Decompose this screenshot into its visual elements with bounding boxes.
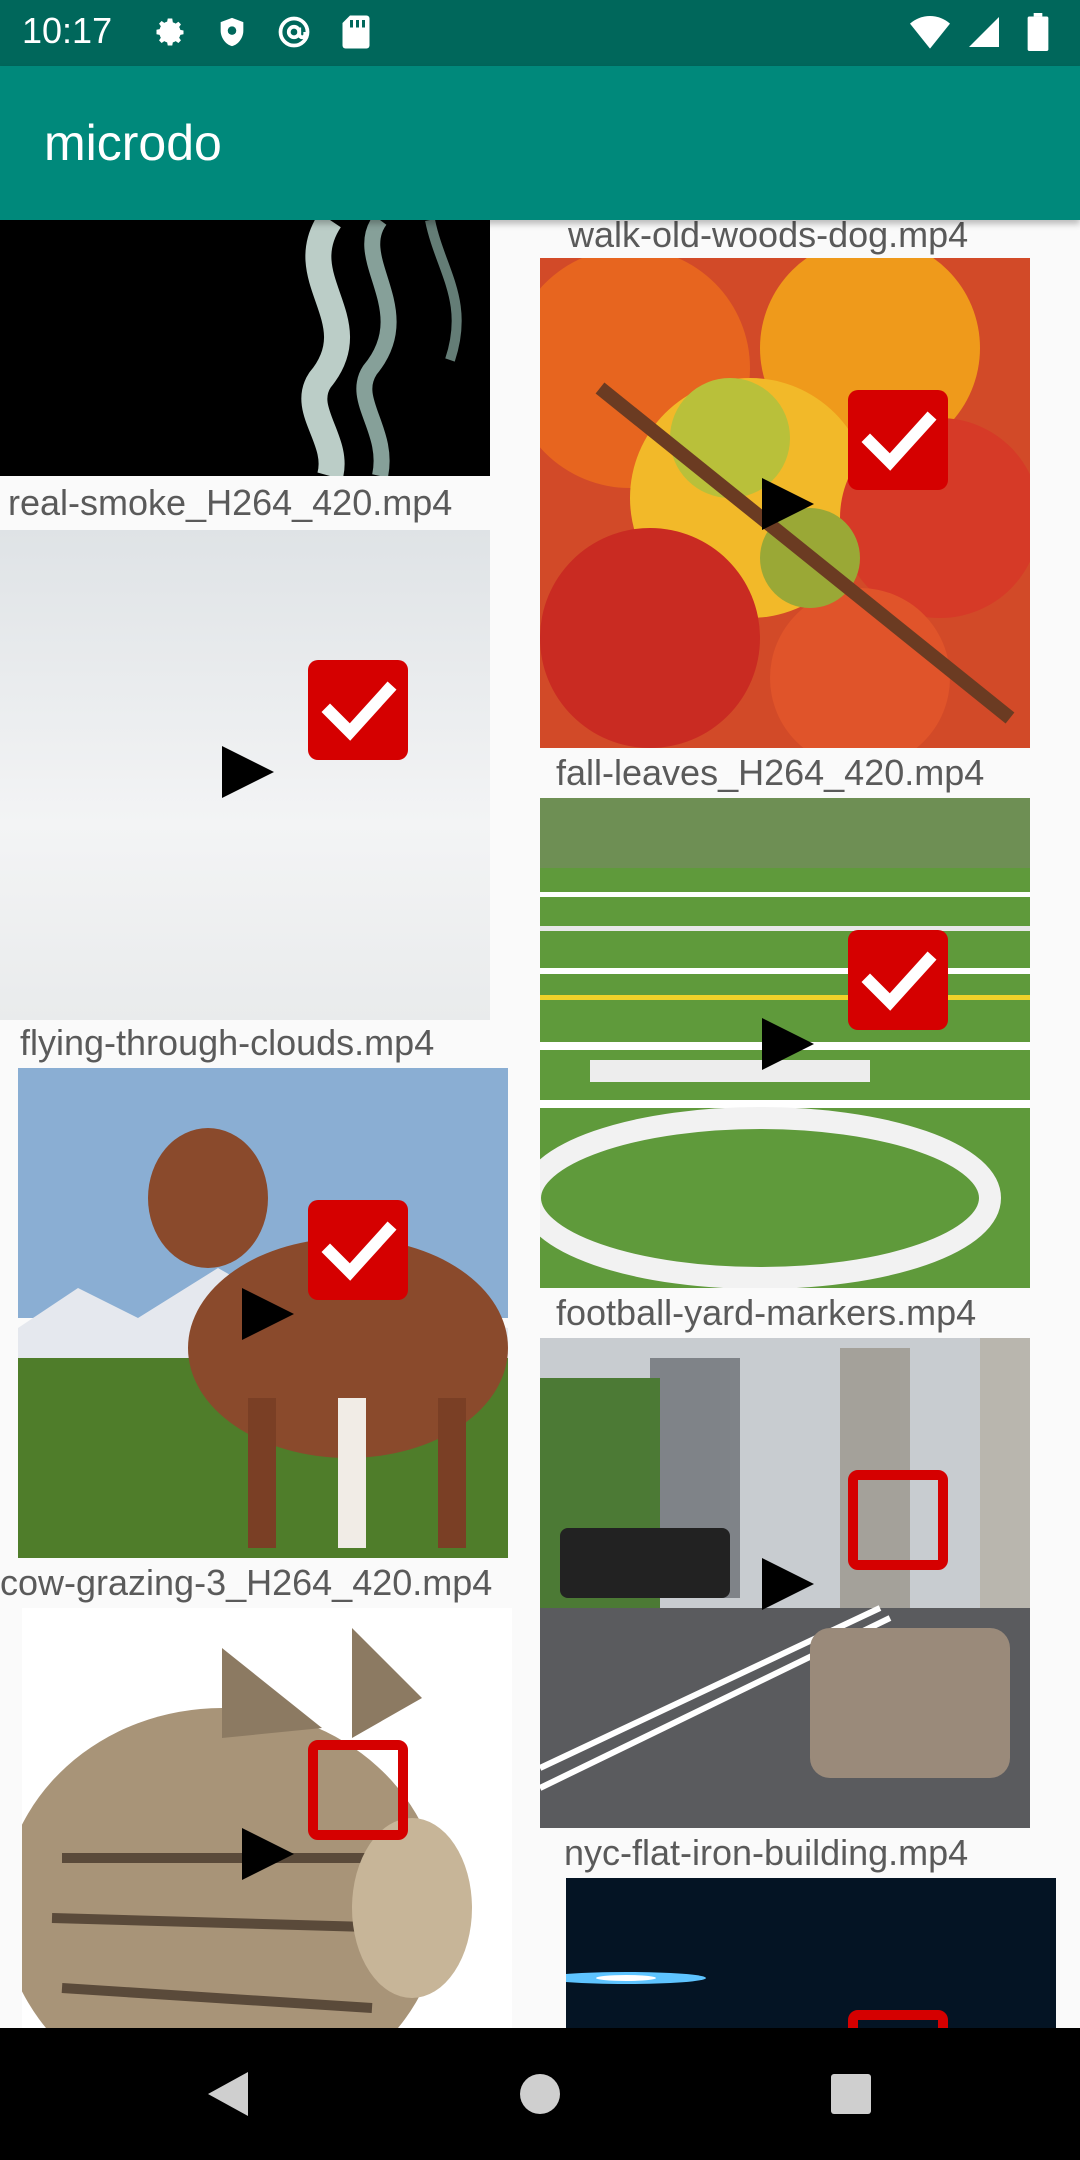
select-checkbox[interactable] [848,390,948,490]
video-label: nyc-flat-iron-building.mp4 [564,1832,969,1873]
video-label: fall-leaves_H264_420.mp4 [556,752,985,793]
play-icon [242,1828,294,1880]
play-icon [762,478,814,530]
play-icon [762,1018,814,1070]
at-sign-icon [274,12,314,52]
video-label: walk-old-woods-dog.mp4 [568,220,969,255]
video-thumbnail[interactable] [566,1878,1056,2028]
video-label: football-yard-markers.mp4 [556,1292,977,1333]
battery-icon [1018,12,1058,52]
status-icons-left [150,12,376,52]
settings-icon [150,12,190,52]
video-label: real-smoke_H264_420.mp4 [8,482,453,523]
status-time: 10:17 [22,10,113,51]
home-icon[interactable] [518,2072,562,2116]
play-icon [242,1288,294,1340]
app-bar: microdo [0,66,1080,220]
select-checkbox[interactable] [308,660,408,760]
play-icon [762,1558,814,1610]
select-checkbox[interactable] [848,1470,948,1570]
video-grid[interactable]: real-smoke_H264_420.mp4 walk-old-woods-d… [0,220,1080,2028]
video-thumbnail[interactable] [0,220,490,476]
select-checkbox[interactable] [848,2010,948,2028]
sd-card-icon [336,12,376,52]
status-icons-right [910,12,1058,52]
select-checkbox[interactable] [848,930,948,1030]
back-icon[interactable] [204,2068,252,2120]
video-thumbnail[interactable] [22,1608,512,2028]
signal-icon [964,12,1004,52]
recents-icon[interactable] [830,2073,872,2115]
app-title: microdo [44,115,222,171]
play-icon [222,746,274,798]
select-checkbox[interactable] [308,1740,408,1840]
select-checkbox[interactable] [308,1200,408,1300]
status-bar: 10:17 [0,0,1080,66]
navigation-bar [0,2028,1080,2160]
shield-icon [212,12,252,52]
video-label: cow-grazing-3_H264_420.mp4 [0,1562,493,1603]
wifi-icon [910,12,950,52]
video-label: flying-through-clouds.mp4 [20,1022,435,1063]
